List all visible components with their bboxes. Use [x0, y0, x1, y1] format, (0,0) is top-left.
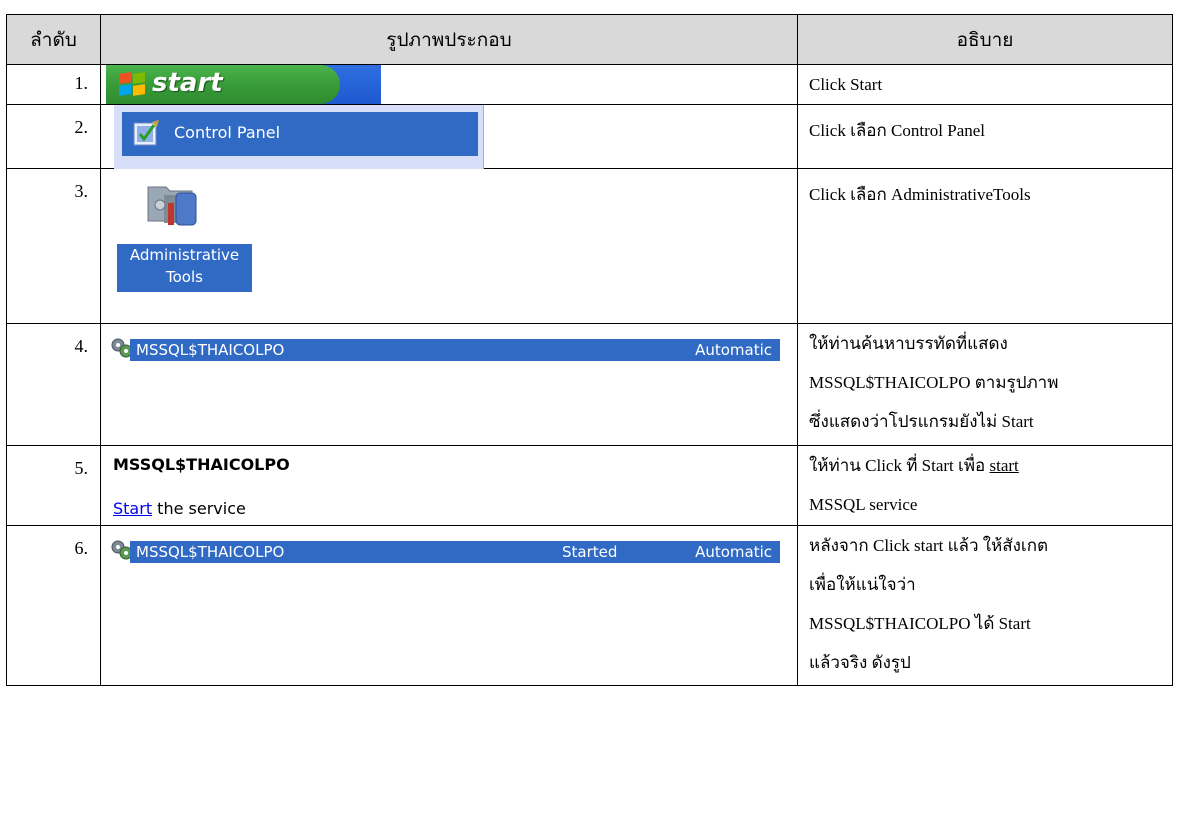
description-line: เพื่อให้แน่ใจว่า [809, 575, 916, 594]
table-row: 3. Administrative Tools Click เลือก Admi… [6, 168, 1173, 324]
description-line: Click เลือก AdministrativeTools [809, 185, 1031, 204]
description-line: ซึ่งแสดงว่าโปรแกรมยังไม่ Start [809, 412, 1034, 431]
step-description: Click เลือก AdministrativeTools [797, 168, 1173, 324]
step-picture: Administrative Tools [100, 168, 798, 324]
start-menu-panel: Control Panel [114, 105, 484, 169]
description-line: หลังจาก Click start แล้ว ให้สังเกต [809, 536, 1049, 555]
header-picture: รูปภาพประกอบ [100, 14, 798, 65]
taskbar: start [106, 65, 381, 104]
administrative-tools-icon [147, 186, 197, 226]
service-row-selected[interactable]: MSSQL$THAICOLPO Automatic [130, 339, 780, 361]
step-description: ให้ท่าน Click ที่ Start เพื่อ start MSSQ… [797, 445, 1173, 526]
step-picture: start [100, 64, 798, 105]
description-line: MSSQL service [809, 495, 918, 514]
instruction-table: ลำดับ รูปภาพประกอบ อธิบาย 1. start Click [6, 14, 1173, 686]
service-startup-type: Automatic [695, 341, 772, 359]
step-description: ให้ท่านค้นหาบรรทัดที่แสดง MSSQL$THAICOLP… [797, 323, 1173, 446]
step-description: Click Start [797, 64, 1173, 105]
service-status: Started [562, 543, 618, 561]
step-picture: MSSQL$THAICOLPO Started Automatic [100, 525, 798, 686]
description-underlined: start [989, 456, 1019, 475]
step-number: 4. [6, 323, 101, 446]
start-label: start [152, 68, 223, 98]
control-panel-menu-item[interactable]: Control Panel [122, 112, 478, 156]
start-service-suffix: the service [152, 499, 246, 518]
step-picture: MSSQL$THAICOLPO Start the service [100, 445, 798, 526]
windows-logo-icon [119, 72, 147, 97]
service-name: MSSQL$THAICOLPO [136, 543, 285, 561]
control-panel-label: Control Panel [174, 123, 281, 142]
start-service-text: Start the service [113, 499, 246, 518]
service-name: MSSQL$THAICOLPO [136, 341, 285, 359]
step-picture: MSSQL$THAICOLPO Automatic [100, 323, 798, 446]
table-row: 1. start Click Start [6, 64, 1173, 105]
table-row: 4. MSSQL$THAICOLPO Automatic ให้ท่านค้นห… [6, 323, 1173, 446]
icon-label-line-2: Tools [166, 268, 203, 286]
table-header-row: ลำดับ รูปภาพประกอบ อธิบาย [6, 14, 1173, 65]
description-line: Click Start [809, 75, 883, 94]
step-number: 2. [6, 104, 101, 169]
step-description: หลังจาก Click start แล้ว ให้สังเกต เพื่อ… [797, 525, 1173, 686]
icon-label-line-1: Administrative [129, 246, 240, 264]
start-service-link[interactable]: Start [113, 499, 152, 518]
header-order: ลำดับ [6, 14, 101, 65]
header-description: อธิบาย [797, 14, 1173, 65]
table-row: 5. MSSQL$THAICOLPO Start the service ให้… [6, 445, 1173, 526]
service-startup-type: Automatic [695, 543, 772, 561]
step-number: 6. [6, 525, 101, 686]
table-row: 2. Control Panel Click เลือก Control Pan… [6, 104, 1173, 169]
description-line: ให้ท่านค้นหาบรรทัดที่แสดง [809, 334, 1008, 353]
step-number: 1. [6, 64, 101, 105]
service-title: MSSQL$THAICOLPO [113, 455, 290, 474]
service-row-selected[interactable]: MSSQL$THAICOLPO Started Automatic [130, 541, 780, 563]
description-line: แล้วจริง ดังรูป [809, 653, 911, 672]
control-panel-icon [133, 120, 159, 146]
description-line: MSSQL$THAICOLPO ตามรูปภาพ [809, 373, 1059, 392]
description-line: MSSQL$THAICOLPO ได้ Start [809, 614, 1031, 633]
description-line: ให้ท่าน Click ที่ Start เพื่อ start [809, 446, 1172, 485]
start-button[interactable]: start [106, 65, 340, 104]
description-line: Click เลือก Control Panel [809, 121, 986, 140]
administrative-tools-item[interactable]: Administrative Tools [117, 244, 252, 292]
table-row: 6. MSSQL$THAICOLPO Started Automatic หลั… [6, 525, 1173, 686]
description-text: ให้ท่าน Click ที่ Start เพื่อ [809, 456, 990, 475]
step-description: Click เลือก Control Panel [797, 104, 1173, 169]
step-number: 5. [6, 445, 101, 526]
step-picture: Control Panel [100, 104, 798, 169]
step-number: 3. [6, 168, 101, 324]
